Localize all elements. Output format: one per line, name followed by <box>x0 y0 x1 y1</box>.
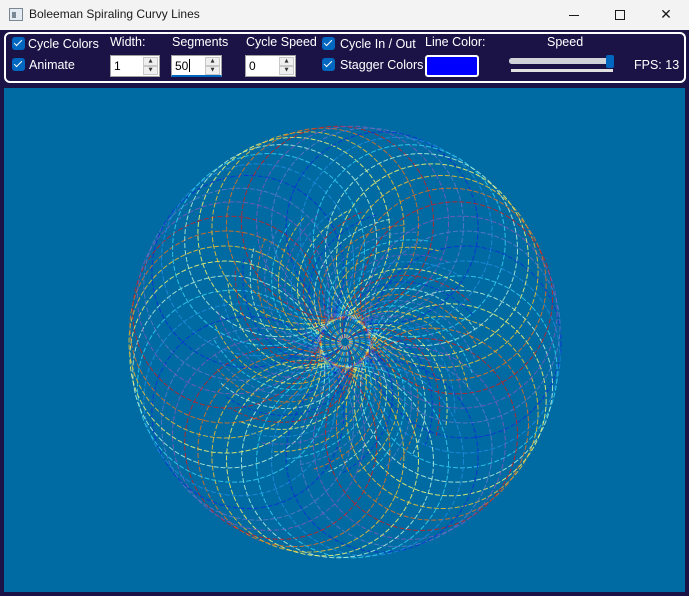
speed-label: Speed <box>547 35 584 49</box>
spiral-circle <box>129 230 323 424</box>
width-label: Width: <box>110 35 146 49</box>
drawing-canvas[interactable] <box>4 88 685 592</box>
segments-label: Segments <box>172 35 229 49</box>
stagger-colors-label: Stagger Colors <box>340 58 424 72</box>
spiral-circle <box>285 131 479 325</box>
cycle-colors-checkbox[interactable] <box>12 37 25 50</box>
close-button[interactable]: ✕ <box>643 0 689 30</box>
speed-slider-base <box>511 69 613 72</box>
cycle-in-out-label: Cycle In / Out <box>340 37 416 51</box>
title-bar: Boleeman Spiraling Curvy Lines ✕ <box>0 0 689 30</box>
cycle-speed-value: 0 <box>249 59 256 73</box>
window-title: Boleeman Spiraling Curvy Lines <box>29 7 200 21</box>
speed-slider-thumb[interactable] <box>605 55 614 68</box>
segments-value: 50 <box>175 59 189 73</box>
spiral-art <box>128 125 562 559</box>
segments-up-button[interactable]: ▲ <box>205 57 220 66</box>
minimize-button[interactable] <box>551 0 597 30</box>
spiral-circle <box>211 359 405 553</box>
fps-readout: FPS: 13 <box>634 58 680 72</box>
cycle-in-out-checkbox[interactable] <box>322 37 335 50</box>
spiral-circle <box>324 337 518 531</box>
spiral-circle <box>172 153 366 347</box>
segments-down-button[interactable]: ▼ <box>205 66 220 75</box>
cycle-colors-label: Cycle Colors <box>28 37 99 51</box>
width-up-button[interactable]: ▲ <box>143 57 158 66</box>
width-value: 1 <box>114 59 121 73</box>
animate-checkbox[interactable] <box>12 58 25 71</box>
animate-label: Animate <box>29 58 75 72</box>
text-caret <box>189 59 191 72</box>
line-color-label: Line Color: <box>425 35 486 49</box>
minimize-icon <box>569 14 579 16</box>
speed-slider-fill <box>509 58 610 64</box>
speed-slider-track[interactable] <box>509 58 612 64</box>
app-icon <box>9 8 23 21</box>
cycle-speed-down-button[interactable]: ▼ <box>279 66 294 75</box>
close-icon: ✕ <box>660 7 672 23</box>
stagger-colors-checkbox[interactable] <box>322 58 335 71</box>
cycle-speed-label: Cycle Speed <box>246 35 317 49</box>
spiral-circle <box>211 131 405 325</box>
spiral-circle <box>285 359 479 553</box>
width-spinner[interactable]: 1 ▲ ▼ <box>110 55 160 77</box>
segments-spinner[interactable]: 50 ▲ ▼ <box>171 55 222 77</box>
maximize-button[interactable] <box>597 0 643 30</box>
maximize-icon <box>615 10 625 20</box>
cycle-speed-spinner[interactable]: 0 ▲ ▼ <box>245 55 296 77</box>
cycle-speed-up-button[interactable]: ▲ <box>279 57 294 66</box>
spiral-circle <box>367 260 561 454</box>
line-color-picker[interactable] <box>425 55 479 77</box>
width-down-button[interactable]: ▼ <box>143 66 158 75</box>
